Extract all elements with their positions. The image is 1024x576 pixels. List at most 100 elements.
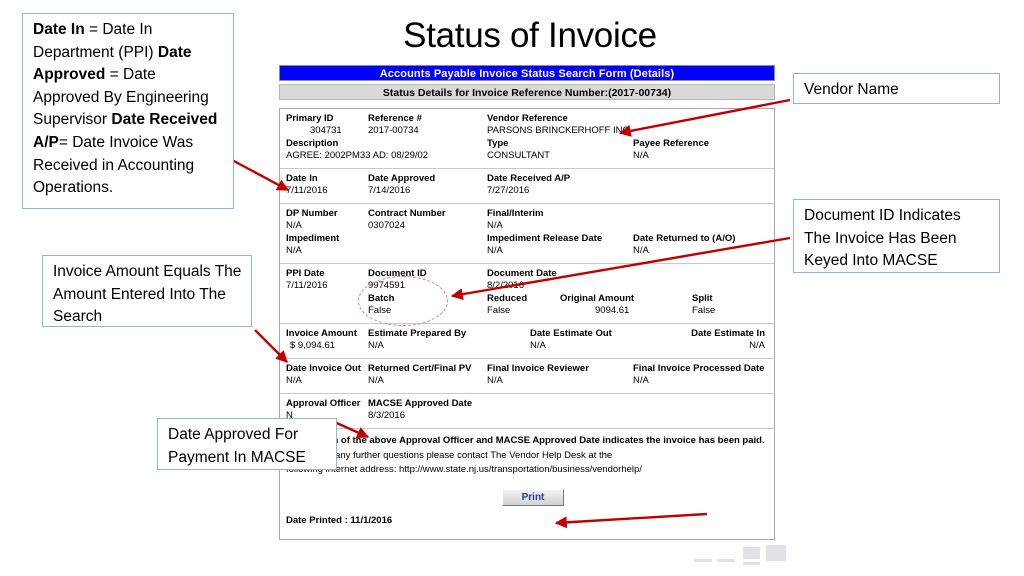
form-row: $ 9,094.61 N/A N/A N/A — [280, 340, 774, 353]
field-label: DP Number — [286, 208, 338, 219]
field-label: Date Estimate Out — [530, 328, 612, 339]
field-label: Contract Number — [368, 208, 446, 219]
form-title-bar: Accounts Payable Invoice Status Search F… — [279, 65, 775, 81]
field-label: Date Received A/P — [487, 173, 571, 184]
field-value: False — [692, 305, 716, 316]
field-label: Document ID — [368, 268, 427, 279]
field-value: 7/11/2016 — [286, 185, 328, 196]
form-row: N/A 0307024 N/A — [280, 220, 774, 233]
form-row: Impediment Impediment Release Date Date Re… — [280, 233, 774, 245]
form-row: N 8/3/2016 — [280, 410, 774, 423]
form-footer: Completion of the above Approval Officer… — [280, 429, 774, 534]
form-row: PPI Date Document ID Document Date — [280, 268, 774, 280]
field-label: Returned Cert/Final PV — [368, 363, 472, 374]
field-label: Primary ID — [286, 113, 334, 124]
field-label: MACSE Approved Date — [368, 398, 473, 409]
field-value: N/A — [487, 220, 503, 231]
form-section-final-invoice: Date Invoice Out Returned Cert/Final PV Fi… — [280, 359, 774, 394]
form-row: AGREE: 2002PM33 AD: 08/29/02 CONSULTANT N/… — [280, 150, 774, 163]
date-approved-macse-callout: Date Approved For Payment In MACSE — [157, 418, 337, 470]
field-label: Type — [487, 138, 509, 149]
date-printed-label: Date Printed : 11/1/2016 — [286, 515, 393, 526]
footer-note-line-1: Completion of the above Approval Officer… — [286, 435, 765, 446]
form-section-estimate: Invoice Amount Estimate Prepared By Date E… — [280, 324, 774, 359]
field-label: Final Invoice Processed Date — [633, 363, 765, 374]
field-label: Impediment — [286, 233, 340, 244]
form-row: Date Invoice Out Returned Cert/Final PV Fi… — [280, 363, 774, 375]
field-value: 8/2/2016 — [487, 280, 524, 291]
field-value: N/A — [749, 340, 765, 351]
form-row: 7/11/2016 9974591 8/2/2016 — [280, 280, 774, 293]
field-value: $ 9,094.61 — [290, 340, 335, 351]
document-id-callout: Document ID Indicates The Invoice Has Be… — [793, 199, 1000, 273]
form-row: N/A N/A N/A — [280, 245, 774, 258]
form-row: False False 9094.61 False — [280, 305, 774, 318]
form-subtitle-bar: Status Details for Invoice Reference Num… — [279, 84, 775, 100]
field-value: N/A — [633, 375, 649, 386]
field-value: N/A — [286, 375, 302, 386]
form-row: Invoice Amount Estimate Prepared By Date E… — [280, 328, 774, 340]
form-row: DP Number Contract Number Final/Interim — [280, 208, 774, 220]
form-section-approval: Approval Officer MACSE Approved Date N 8/3/… — [280, 394, 774, 429]
field-value: N/A — [368, 340, 384, 351]
form-section-dates: Date In Date Approved Date Received A/P 7/1… — [280, 169, 774, 204]
decorative-mark-5 — [766, 545, 786, 561]
field-value: N/A — [530, 340, 546, 351]
field-value: N/A — [368, 375, 384, 386]
form-row: 304731 2017-00734 PARSONS BRINCKERHOFF INC — [280, 125, 774, 138]
field-label: Final Invoice Reviewer — [487, 363, 589, 374]
form-row: Batch Reduced Original Amount Split — [280, 293, 774, 305]
invoice-amount-callout: Invoice Amount Equals The Amount Entered… — [42, 255, 252, 327]
field-label: PPI Date — [286, 268, 325, 279]
field-label: Date Returned to (A/O) — [633, 233, 736, 244]
field-label: Estimate Prepared By — [368, 328, 467, 339]
form-row: Approval Officer MACSE Approved Date — [280, 398, 774, 410]
field-value: N/A — [286, 245, 302, 256]
field-label: Split — [692, 293, 713, 304]
field-label: Impediment Release Date — [487, 233, 603, 244]
decorative-mark-1 — [694, 559, 712, 562]
decorative-mark-4 — [743, 562, 760, 565]
field-label: Approval Officer — [286, 398, 361, 409]
decorative-mark-2 — [717, 559, 735, 562]
definitions-callout: Date In = Date In Department (PPI) Date … — [22, 13, 234, 209]
form-row: 7/11/2016 7/14/2016 7/27/2016 — [280, 185, 774, 198]
form-section-document: PPI Date Document ID Document Date 7/11/201… — [280, 264, 774, 324]
field-value: False — [368, 305, 392, 316]
field-label: Invoice Amount — [286, 328, 357, 339]
field-label: Reference # — [368, 113, 422, 124]
field-label: Date Approved — [368, 173, 436, 184]
form-row: Primary ID Reference # Vendor Reference — [280, 113, 774, 125]
field-value: 9094.61 — [595, 305, 630, 316]
field-label: Original Amount — [560, 293, 635, 304]
field-value: PARSONS BRINCKERHOFF INC — [487, 125, 630, 136]
field-value: N/A — [633, 245, 649, 256]
field-label: Payee Reference — [633, 138, 710, 149]
form-row: Description Type Payee Reference — [280, 138, 774, 150]
field-value: AGREE: 2002PM33 AD: 08/29/02 — [286, 150, 429, 161]
field-label: Batch — [368, 293, 395, 304]
slide-canvas: Status of Invoice Accounts Payable Invoi… — [0, 0, 1024, 576]
definition-term-date-in: Date In — [33, 21, 85, 38]
field-value: 9974591 — [368, 280, 405, 291]
field-value: N/A — [487, 375, 503, 386]
field-value: 8/3/2016 — [368, 410, 405, 421]
field-value: 7/27/2016 — [487, 185, 530, 196]
vendor-name-callout: Vendor Name — [793, 73, 1000, 104]
page-title: Status of Invoice — [403, 16, 657, 55]
field-value: 7/14/2016 — [368, 185, 411, 196]
field-label: Description — [286, 138, 339, 149]
field-value: N/A — [286, 220, 302, 231]
field-value: N/A — [633, 150, 649, 161]
form-row: N/A N/A N/A N/A — [280, 375, 774, 388]
field-value: False — [487, 305, 511, 316]
field-label: Vendor Reference — [487, 113, 568, 124]
definition-line-1: Date In = Date In Department (PPI) — [33, 21, 154, 61]
field-label: Reduced — [487, 293, 528, 304]
print-button[interactable]: Print — [502, 489, 564, 506]
field-label: Date Invoice Out — [286, 363, 361, 374]
form-row: Date In Date Approved Date Received A/P — [280, 173, 774, 185]
form-section-contract: DP Number Contract Number Final/Interim N/A… — [280, 204, 774, 264]
field-value: N/A — [487, 245, 503, 256]
field-value: 7/11/2016 — [286, 280, 328, 291]
